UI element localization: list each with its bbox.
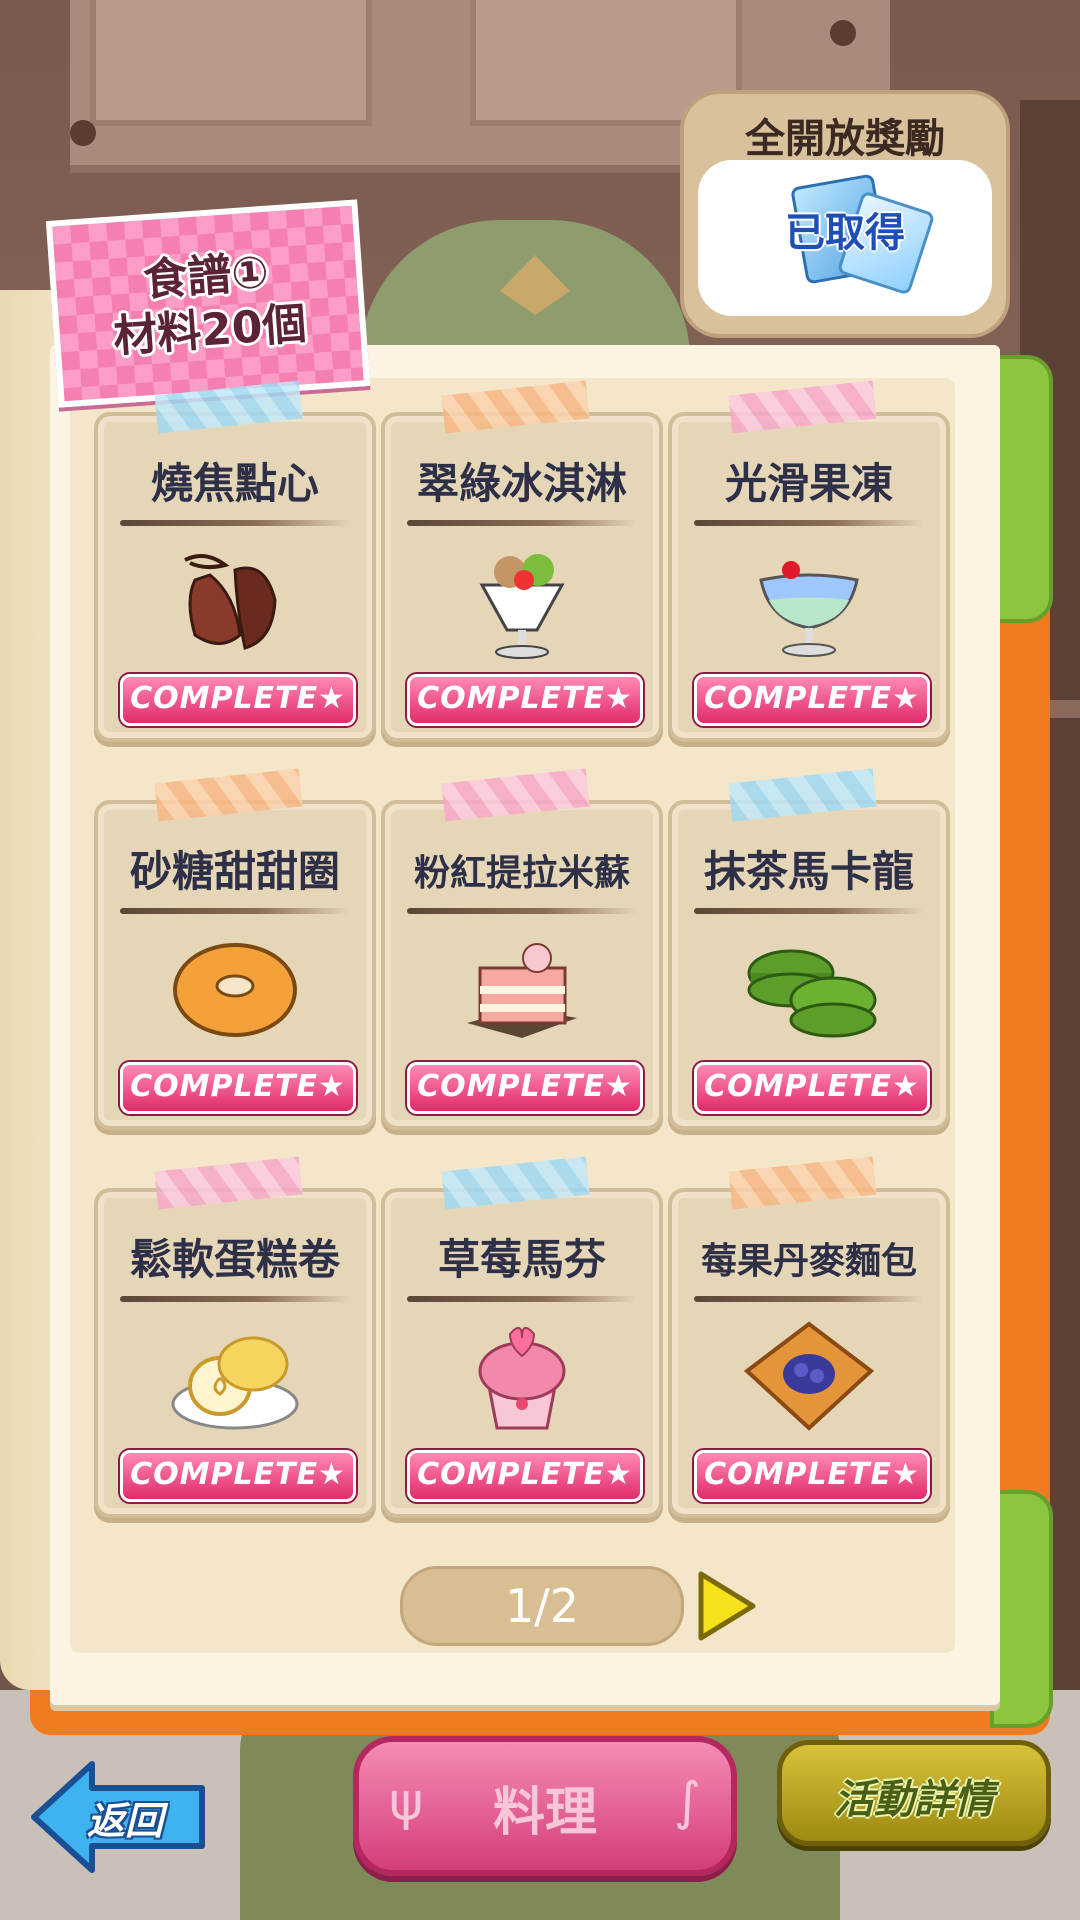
- recipe-card[interactable]: 抹茶馬卡龍 COMPLETE★: [668, 768, 950, 1130]
- danish-icon: [743, 1321, 875, 1431]
- roll-cake-icon: [171, 1336, 299, 1430]
- recipe-label: 食譜① 材料20個: [45, 199, 371, 408]
- complete-badge: COMPLETE★: [120, 1062, 356, 1114]
- title-underline: [694, 520, 924, 526]
- recipe-name: 莓果丹麥麵包: [700, 1241, 917, 1282]
- page-indicator: 1/2: [400, 1566, 684, 1646]
- reward-status: 已取得: [785, 210, 905, 256]
- recipe-card[interactable]: 翠綠冰淇淋 COMPLETE★: [381, 380, 663, 742]
- complete-badge: COMPLETE★: [407, 674, 643, 726]
- title-underline: [120, 520, 350, 526]
- event-details-button[interactable]: 活動詳情: [777, 1740, 1051, 1846]
- jelly-icon: [759, 561, 859, 657]
- complete-badge: COMPLETE★: [120, 674, 356, 726]
- recipe-name: 燒焦點心: [150, 459, 319, 508]
- parfait-icon: [479, 554, 565, 659]
- recipe-name: 抹茶馬卡龍: [703, 847, 914, 896]
- recipe-label-count: 材料20個: [111, 297, 309, 363]
- recipe-name: 鬆軟蛋糕卷: [129, 1235, 340, 1284]
- muffin-icon: [478, 1327, 566, 1430]
- recipe-card[interactable]: 莓果丹麥麵包 COMPLETE★: [668, 1156, 950, 1518]
- cabinet-knob: [830, 20, 856, 46]
- full-unlock-reward[interactable]: 全開放獎勵 已取得: [680, 90, 1010, 338]
- complete-badge: COMPLETE★: [407, 1450, 643, 1502]
- macaron-icon: [747, 949, 877, 1038]
- complete-badge: COMPLETE★: [120, 1450, 356, 1502]
- burnt-cookie-icon: [184, 554, 277, 650]
- cook-button[interactable]: ψ 料理 ∫: [353, 1736, 737, 1876]
- complete-badge: COMPLETE★: [694, 674, 930, 726]
- recipe-name: 光滑果凍: [724, 459, 893, 508]
- donut-icon: [173, 943, 297, 1037]
- recipe-card[interactable]: 光滑果凍 COMPLETE★: [668, 380, 950, 742]
- recipe-name: 草莓馬芬: [437, 1235, 606, 1284]
- complete-badge: COMPLETE★: [407, 1062, 643, 1114]
- recipe-card[interactable]: 鬆軟蛋糕卷 COMPLETE★: [94, 1156, 376, 1518]
- next-page-arrow-icon[interactable]: [697, 1570, 757, 1642]
- title-underline: [407, 908, 637, 914]
- recipe-card[interactable]: 草莓馬芬 COMPLETE★: [381, 1156, 663, 1518]
- back-button-label: 返回: [86, 1799, 163, 1843]
- recipe-name: 粉紅提拉米蘇: [413, 853, 630, 894]
- recipe-label-title: 食譜①: [141, 246, 271, 306]
- title-underline: [120, 908, 350, 914]
- complete-badge: COMPLETE★: [694, 1062, 930, 1114]
- recipe-card[interactable]: 砂糖甜甜圈 COMPLETE★: [94, 768, 376, 1130]
- cabinet-door: [90, 0, 372, 126]
- recipe-name: 砂糖甜甜圈: [129, 847, 340, 896]
- recipe-name: 翠綠冰淇淋: [416, 459, 627, 508]
- recipe-card[interactable]: 粉紅提拉米蘇 COMPLETE★: [381, 768, 663, 1130]
- complete-badge: COMPLETE★: [694, 1450, 930, 1502]
- cabinet-knob: [70, 120, 96, 146]
- reward-title: 全開放獎勵: [745, 116, 945, 162]
- cake-slice-icon: [467, 943, 577, 1038]
- knife-icon: ∫: [673, 1772, 701, 1832]
- title-underline: [694, 908, 924, 914]
- title-underline: [694, 1296, 924, 1302]
- title-underline: [407, 520, 637, 526]
- recipe-card[interactable]: 燒焦點心 COMPLETE★: [94, 380, 376, 742]
- title-underline: [120, 1296, 350, 1302]
- event-details-label: 活動詳情: [834, 1777, 994, 1823]
- title-underline: [407, 1296, 637, 1302]
